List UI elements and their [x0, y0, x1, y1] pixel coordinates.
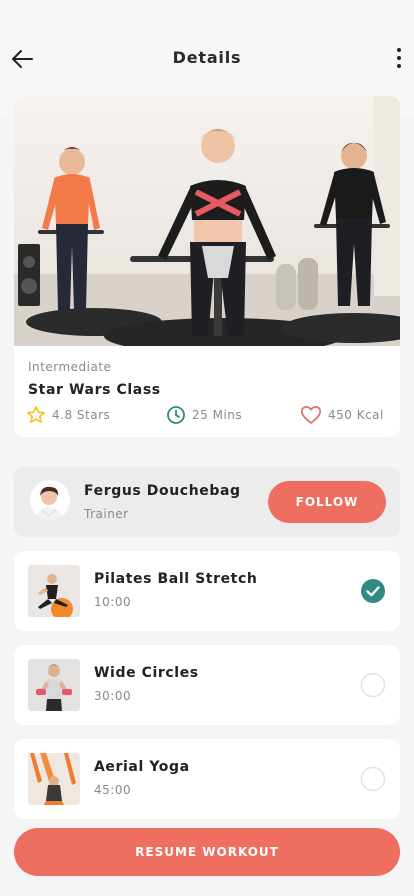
- class-rating: 4.8 Stars: [26, 404, 110, 426]
- exercise-checkbox[interactable]: [360, 578, 386, 604]
- exercise-thumbnail: [28, 659, 80, 711]
- checkmark-circle-icon: [361, 579, 385, 603]
- class-hero-image: [14, 96, 400, 354]
- exercise-checkbox[interactable]: [360, 672, 386, 698]
- more-options-button[interactable]: [392, 44, 406, 74]
- trainer-role: Trainer: [84, 507, 129, 521]
- exercise-thumbnail: [28, 565, 80, 617]
- clock-icon: [167, 406, 185, 424]
- more-vertical-icon: [397, 48, 401, 68]
- exercise-item[interactable]: Pilates Ball Stretch 10:00: [14, 551, 400, 631]
- empty-circle-icon: [360, 672, 386, 698]
- class-card: Intermediate Star Wars Class 4.8 Stars 2…: [14, 96, 400, 437]
- resume-workout-button[interactable]: RESUME WORKOUT: [14, 828, 400, 876]
- heart-icon: [300, 406, 322, 424]
- star-icon: [27, 406, 45, 423]
- exercise-time: 45:00: [94, 783, 132, 797]
- exercise-item[interactable]: Aerial Yoga 45:00: [14, 739, 400, 819]
- duration-text: 25 Mins: [192, 408, 243, 422]
- exercise-checkbox[interactable]: [360, 766, 386, 792]
- exercise-time: 30:00: [94, 689, 132, 703]
- exercise-name: Pilates Ball Stretch: [94, 571, 258, 587]
- class-level: Intermediate: [28, 360, 112, 374]
- exercise-thumbnail: [28, 753, 80, 805]
- class-name: Star Wars Class: [28, 382, 161, 398]
- exercise-name: Wide Circles: [94, 665, 199, 681]
- trainer-name: Fergus Douchebag: [84, 483, 241, 499]
- page-title: Details: [172, 48, 242, 67]
- class-calories: 450 Kcal: [300, 404, 384, 426]
- exercise-name: Aerial Yoga: [94, 759, 190, 775]
- calories-text: 450 Kcal: [328, 408, 384, 422]
- trainer-avatar[interactable]: [30, 480, 70, 520]
- class-duration: 25 Mins: [166, 404, 242, 426]
- empty-circle-icon: [360, 766, 386, 792]
- rating-text: 4.8 Stars: [52, 408, 111, 422]
- exercise-item[interactable]: Wide Circles 30:00: [14, 645, 400, 725]
- trainer-card: Fergus Douchebag Trainer FOLLOW: [14, 467, 400, 537]
- follow-button[interactable]: FOLLOW: [268, 481, 386, 523]
- exercise-time: 10:00: [94, 595, 132, 609]
